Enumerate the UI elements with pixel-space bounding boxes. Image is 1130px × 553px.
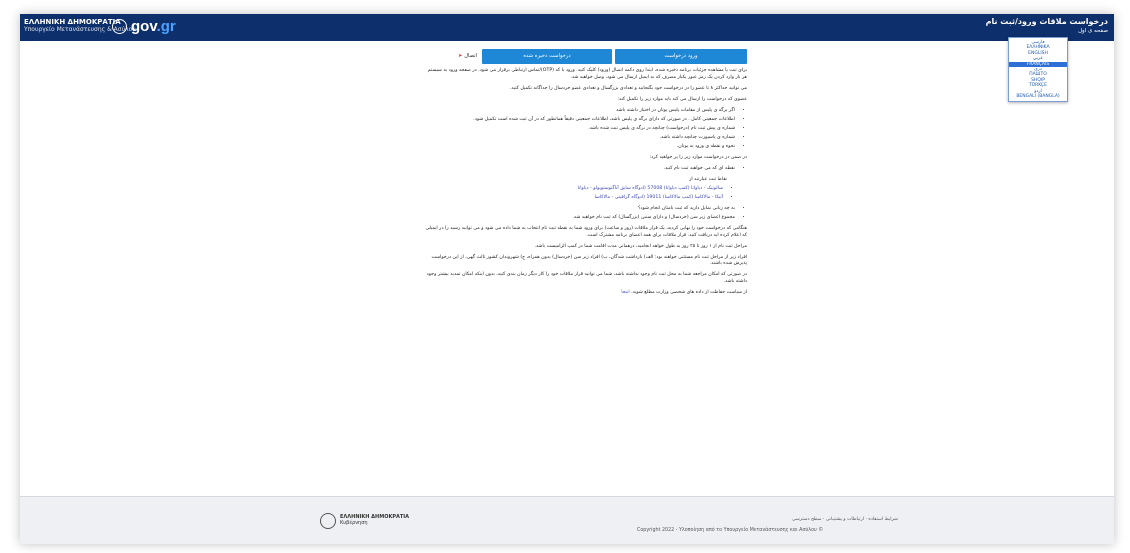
footer-links[interactable]: شرایط استفاده · ارتباطات و پشتیبانی · سط… (792, 517, 898, 522)
registration-points-note: نقاط ثبت عبارتند از (689, 177, 727, 183)
request-fields-list: نقطه ای که می خواهید ثبت نام کنید. (422, 166, 747, 173)
sign-in-icon: ➤ (458, 52, 463, 59)
privacy-text: از سیاست حفاظت از داده های شخصی وزارت مط… (631, 289, 747, 295)
list-item: مجموع اعضای زیر سن (خردسال) و دارای سنین… (422, 215, 735, 222)
greek-emblem-icon (320, 513, 336, 529)
list-item: اگر برگه ی پلیس از مقامات پلیس یونان در … (422, 108, 735, 115)
action-toolbar: ورود درخواست درخواست ذخیره شده اتصال ➤ (422, 48, 747, 64)
list-item: شماره ی پیش ثبت نام (درخواست) چنانچه در … (422, 126, 735, 133)
login-request-button[interactable]: ورود درخواست (615, 48, 747, 64)
connect-label: اتصال (464, 52, 477, 59)
gov-logo-text: gov (131, 18, 157, 35)
page-title: درخواست ملاقات ورود/ثبت نام (985, 17, 1108, 26)
reschedule-paragraph: در صورتی که امکان مراجعه شما به محل ثبت … (426, 272, 747, 284)
greek-seal-icon (112, 19, 127, 34)
footer-copyright: Copyright 2022 - Υλοποίηση από το Υπουργ… (637, 528, 824, 533)
list-item: نقطه ای که می خواهید ثبت نام کنید. (422, 166, 735, 173)
list-item: نحوه و نقطه ی ورود به یونان. (422, 144, 735, 151)
gov-gr-logo[interactable]: gov.gr (112, 18, 176, 35)
list-item: سالونیک - دیاواتا (کمپ دیاواتا) 57008 (ا… (422, 186, 724, 193)
request-fields-list-cont: به چه زبانی تمایل دارید که ثبت نامتان ان… (422, 206, 747, 222)
home-link[interactable]: صفحه ی اول (1078, 28, 1108, 34)
registration-point-link[interactable]: آتیکا - مالاکاسا (کمپ مالاکاسا) 19011 (ا… (594, 195, 723, 200)
list-item: آتیکا - مالاکاسا (کمپ مالاکاسا) 19011 (ا… (422, 195, 723, 202)
exemptions-paragraph: افراد زیر از مراحل ثبت نام مستثنی خواهند… (431, 254, 747, 267)
main-content: ورود درخواست درخواست ذخیره شده اتصال ➤ ب… (422, 48, 747, 301)
member-limit-paragraph: می توانید حداکثر ۸ تا عضو را در درخواست … (509, 85, 747, 91)
privacy-paragraph: از سیاست حفاظت از داده های شخصی وزارت مط… (422, 290, 747, 297)
submitter-requirements-list: اگر برگه ی پلیس از مقامات پلیس یونان در … (422, 108, 747, 151)
appointment-paragraph: هنگامی که درخواست خود را نهایی کردید، یک… (425, 226, 748, 238)
intro-paragraph: برای ثبت یا مشاهده جزئیات برنامه ذخیره ش… (427, 68, 747, 80)
top-header-bar: ΕΛΛΗΝΙΚΗ ΔΗΜΟΚΡΑΤΙΑ Υπουργείο Μετανάστευ… (20, 14, 1114, 41)
saved-request-button[interactable]: درخواست ذخیره شده (482, 48, 612, 64)
footer-org-subtitle: Κυβέρνηση (340, 520, 368, 526)
language-dropdown[interactable]: فارسی ΕΛΛΗΝΙΚΑ ENGLISH عربي FRANÇAIS دری ПАШТО… (1008, 37, 1068, 103)
submitter-requirements-heading: عضوی که درخواست را ارسال می کند باید موا… (617, 96, 747, 102)
gov-logo-suffix: .gr (156, 18, 176, 35)
list-item: به چه زبانی تمایل دارید که ثبت نامتان ان… (422, 206, 735, 213)
list-item: اطلاعات جمعیتی کامل . در صورتی که دارای … (422, 117, 735, 124)
connect-link[interactable]: اتصال ➤ (458, 53, 477, 60)
request-fields-heading: در ضمن در درخواست موارد زیر را پر خواهید… (649, 155, 747, 161)
list-item: شماره ی پاسپورت چنانچه داشته باشد. (422, 135, 735, 142)
registration-point-link[interactable]: سالونیک - دیاواتا (کمپ دیاواتا) 57008 (ا… (578, 186, 724, 191)
registration-points-list: سالونیک - دیاواتا (کمپ دیاواتا) 57008 (ا… (422, 186, 747, 202)
duration-paragraph: مراحل ثبت نام از ۱ روز تا ۲۵ روز به طول … (534, 243, 747, 249)
privacy-link[interactable]: اینجا (621, 290, 629, 295)
language-option[interactable]: BENGALI (BANGLA) (1009, 94, 1067, 99)
browser-page: ΕΛΛΗΝΙΚΗ ΔΗΜΟΚΡΑΤΙΑ Υπουργείο Μετανάστευ… (20, 14, 1114, 544)
page-footer: ΕΛΛΗΝΙΚΗ ΔΗΜΟΚΡΑΤΙΑ Κυβέρνηση شرایط استف… (20, 496, 1114, 544)
footer-org: ΕΛΛΗΝΙΚΗ ΔΗΜΟΚΡΑΤΙΑ Κυβέρνηση (340, 514, 409, 526)
